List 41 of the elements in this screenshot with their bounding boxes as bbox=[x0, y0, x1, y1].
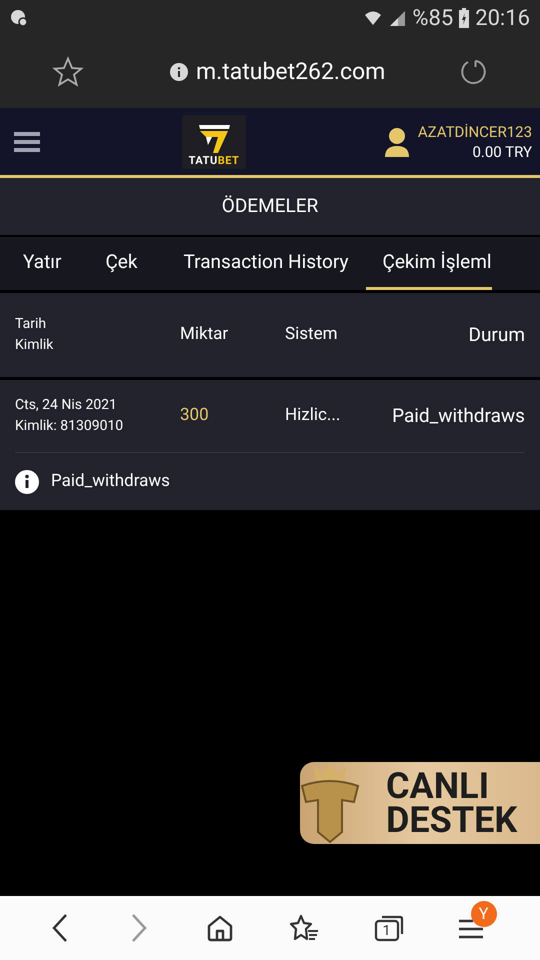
column-header[interactable]: Durum bbox=[379, 320, 525, 350]
logo-mark-icon bbox=[196, 122, 232, 154]
column-header[interactable]: Sistem bbox=[285, 322, 379, 348]
battery-percent: %85 bbox=[412, 4, 454, 32]
column-header[interactable]: Kimlik bbox=[15, 335, 180, 356]
amount-cell: 300 bbox=[180, 405, 209, 426]
battery-icon bbox=[459, 8, 470, 28]
signal-icon bbox=[388, 9, 406, 27]
tab[interactable]: Çekim İşleml bbox=[366, 237, 492, 290]
tabs-button[interactable]: 1 bbox=[374, 914, 404, 942]
info-icon[interactable] bbox=[170, 63, 188, 81]
tab[interactable]: Yatır bbox=[7, 237, 78, 290]
menu-icon[interactable] bbox=[458, 917, 482, 941]
date-cell-text: Cts, 24 Nis 2021 bbox=[15, 396, 118, 415]
clock: 20:16 bbox=[475, 4, 530, 32]
tab[interactable]: Transaction History bbox=[166, 237, 366, 290]
menu-icon[interactable] bbox=[14, 130, 40, 154]
notification-badge: Y bbox=[470, 901, 496, 927]
star-list-icon[interactable] bbox=[288, 914, 318, 942]
balance: 0.00 TRY bbox=[472, 142, 532, 162]
column-header[interactable]: Miktar bbox=[180, 322, 285, 348]
wifi-icon bbox=[364, 9, 382, 27]
username[interactable]: AZATDİNCER123 bbox=[418, 122, 532, 142]
logo[interactable]: TATUBET bbox=[182, 114, 246, 168]
user-icon[interactable] bbox=[384, 126, 410, 156]
id-cell-text: Kimlik: 81309010 bbox=[15, 417, 124, 436]
home-icon[interactable] bbox=[206, 914, 234, 942]
crown-shield-icon bbox=[298, 762, 362, 844]
status-cell: Paid_withdraws bbox=[392, 404, 525, 427]
logo-text: TATUBET bbox=[188, 154, 240, 166]
tabs-frame-icon bbox=[374, 914, 404, 942]
status-note: Paid_withdraws bbox=[51, 470, 170, 493]
column-header[interactable]: Tarih bbox=[15, 314, 180, 335]
url-text[interactable]: m.tatubet262.com bbox=[196, 54, 386, 90]
tab-count: 1 bbox=[382, 923, 392, 939]
system-cell: Hizlic... bbox=[285, 405, 340, 426]
page-title: ÖDEMELER bbox=[222, 193, 318, 220]
star-icon[interactable] bbox=[52, 56, 84, 88]
info-icon bbox=[15, 470, 39, 494]
tab[interactable]: Çek bbox=[77, 237, 166, 290]
notification-icon bbox=[10, 9, 28, 27]
